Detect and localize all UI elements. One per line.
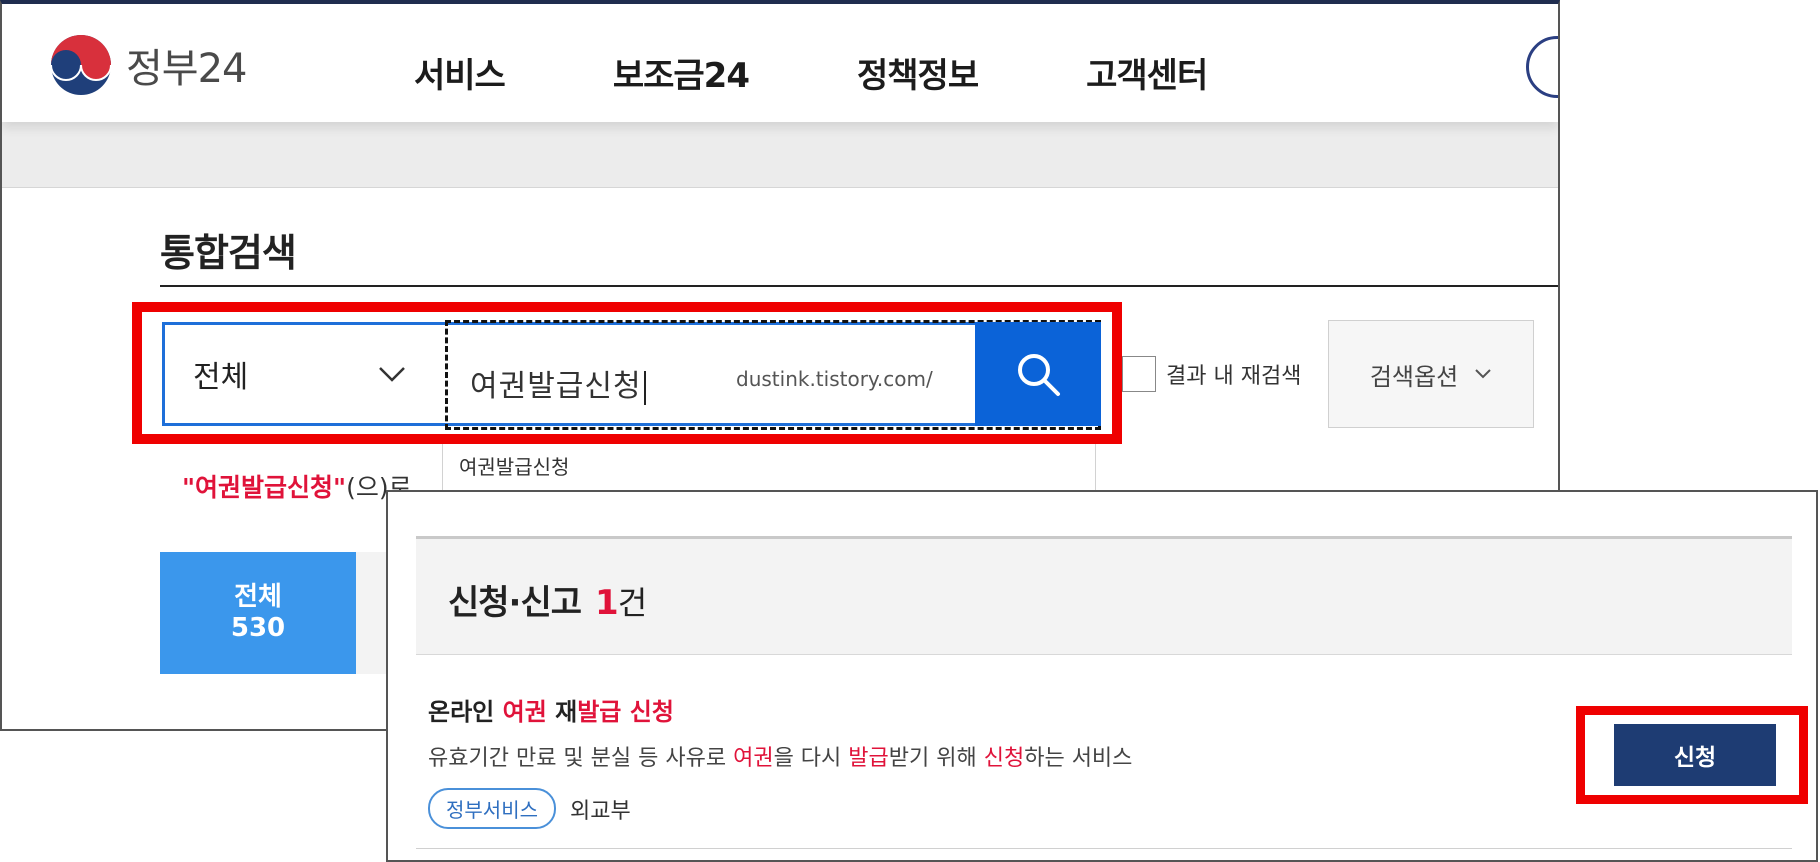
desc-part: 하는 서비스	[1024, 746, 1133, 771]
site-header: 정부24 서비스 보조금24 정책정보 고객센터	[2, 4, 1558, 122]
nav-item-subsidy24[interactable]: 보조금24	[613, 48, 750, 97]
title-highlight: 신청	[629, 698, 674, 726]
main-nav: 서비스 보조금24 정책정보 고객센터	[414, 48, 1315, 97]
title-part: 재	[546, 698, 578, 726]
desc-highlight: 발급	[848, 746, 889, 771]
organization-label: 외교부	[570, 798, 631, 824]
desc-highlight: 여권	[733, 746, 774, 771]
section-title: 신청·신고 1건	[448, 575, 647, 624]
result-item-divider	[416, 848, 1792, 849]
page-title: 통합검색	[160, 231, 297, 275]
result-item-title[interactable]: 온라인 여권 재발급 신청	[428, 692, 674, 727]
gov24-logo-icon	[50, 35, 112, 95]
tab-all[interactable]: 전체 530	[160, 552, 356, 674]
sub-header-band	[2, 122, 1558, 188]
tab-next[interactable]	[356, 552, 386, 674]
desc-highlight: 신청	[983, 746, 1025, 771]
header-circle-button[interactable]	[1526, 36, 1558, 98]
tab-all-label: 전체	[234, 581, 282, 612]
chevron-down-icon	[1475, 369, 1491, 379]
result-query: "여권발급신청"	[182, 473, 347, 502]
nav-item-support[interactable]: 고객센터	[1086, 48, 1208, 97]
title-part: 온라인	[428, 698, 503, 726]
search-options-label: 검색옵션	[1369, 362, 1459, 391]
site-logo[interactable]: 정부24	[48, 32, 247, 98]
autocomplete-item[interactable]: 여권발급신청	[459, 451, 569, 480]
annotation-highlight-search	[132, 302, 1122, 444]
title-highlight: 여권	[502, 698, 547, 726]
result-item-meta: 정부서비스 외교부	[428, 788, 631, 829]
screenshot-canvas: 정부24 서비스 보조금24 정책정보 고객센터 통합검색 전체 여권발급신청	[0, 0, 1820, 862]
section-title-text: 신청·신고	[448, 583, 582, 623]
recheck-option[interactable]: 결과 내 재검색	[1122, 356, 1301, 392]
result-item-description: 유효기간 만료 및 분실 등 사유로 여권을 다시 발급받기 위해 신청하는 서…	[428, 740, 1132, 772]
category-tag: 정부서비스	[428, 788, 556, 829]
nav-item-policy[interactable]: 정책정보	[857, 48, 979, 97]
section-count-unit: 건	[617, 584, 647, 622]
result-section-header: 신청·신고 1건	[416, 539, 1792, 655]
desc-part: 유효기간 만료 및 분실 등 사유로	[428, 746, 734, 771]
nav-item-services[interactable]: 서비스	[414, 48, 506, 97]
annotation-highlight-apply	[1576, 706, 1808, 804]
result-panel-screenshot: 신청·신고 1건 온라인 여권 재발급 신청 유효기간 만료 및 분실 등 사유로…	[386, 490, 1818, 862]
desc-part: 을 다시	[773, 746, 849, 771]
title-part	[621, 698, 629, 726]
result-message: "여권발급신청"(으)로	[182, 468, 412, 504]
desc-part: 받기 위해	[888, 746, 984, 771]
search-options-button[interactable]: 검색옵션	[1328, 320, 1534, 428]
recheck-label: 결과 내 재검색	[1166, 364, 1302, 389]
checkbox-icon[interactable]	[1122, 356, 1156, 392]
section-count: 1	[595, 583, 619, 623]
title-highlight: 발급	[577, 698, 622, 726]
logo-text: 정부24	[126, 46, 247, 92]
title-divider	[160, 285, 1558, 287]
tab-all-count: 530	[230, 613, 286, 643]
